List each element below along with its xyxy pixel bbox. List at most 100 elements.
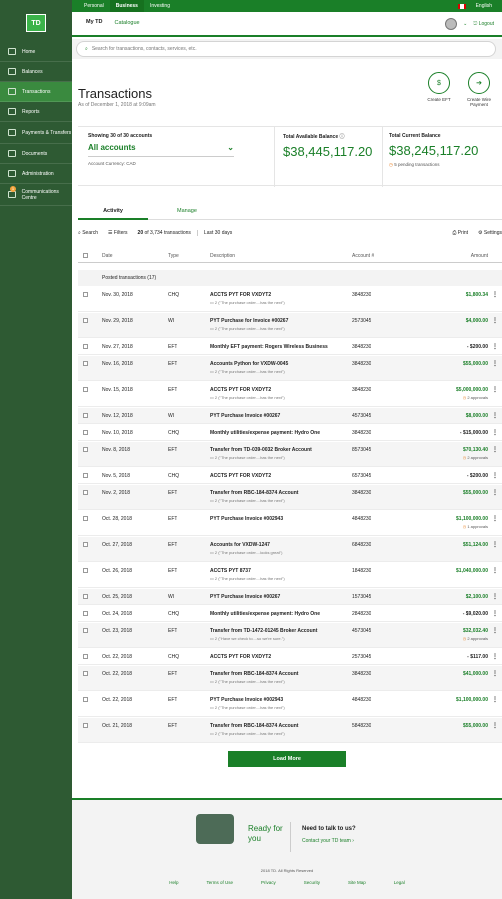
col-type[interactable]: Type xyxy=(168,253,179,259)
more-options-icon[interactable]: ⋮ xyxy=(492,446,498,453)
more-options-icon[interactable]: ⋮ xyxy=(492,627,498,634)
more-options-icon[interactable]: ⋮ xyxy=(492,696,498,703)
row-checkbox[interactable] xyxy=(83,344,88,349)
footer-link-legal[interactable]: Legal xyxy=(394,880,405,885)
row-comment[interactable]: ▭ 2 ("The purchase order....has the next… xyxy=(210,455,350,460)
tab-my-td[interactable]: My TD xyxy=(80,10,109,37)
sidebar-item-reports[interactable]: Reports xyxy=(0,102,72,122)
sidebar-item-home[interactable]: Home xyxy=(0,42,72,62)
row-comment[interactable]: ▭ 2 ("The purchase order....has the next… xyxy=(210,498,350,503)
row-comment[interactable]: ▭ 2 ("The purchase order....has the next… xyxy=(210,369,350,374)
col-description[interactable]: Description xyxy=(210,253,235,259)
row-checkbox[interactable] xyxy=(83,611,88,616)
row-comment[interactable]: ▭ 2 ("The purchase order....has the next… xyxy=(210,326,350,331)
table-row[interactable]: Nov. 16, 2018 EFT 3848230 Accounts Python f… xyxy=(78,356,502,381)
table-row[interactable]: Nov. 29, 2018 WI 2573045 PYT Purchase for I… xyxy=(78,313,502,338)
row-checkbox[interactable] xyxy=(83,292,88,297)
row-checkbox[interactable] xyxy=(83,430,88,435)
toolbar-search[interactable]: ⌕ Search xyxy=(78,230,98,236)
more-options-icon[interactable]: ⋮ xyxy=(492,593,498,600)
footer-link-terms-of-use[interactable]: Terms of Use xyxy=(206,880,233,885)
sidebar-item-transactions[interactable]: Transactions xyxy=(0,82,72,102)
row-approvals[interactable]: ◷ 2 approvals xyxy=(408,395,488,400)
settings-button[interactable]: ⚙ Settings xyxy=(478,230,502,236)
tab-activity[interactable]: Activity xyxy=(78,202,148,220)
sidebar-item-documents[interactable]: Documents xyxy=(0,144,72,164)
more-options-icon[interactable]: ⋮ xyxy=(492,610,498,617)
table-row[interactable]: Nov. 12, 2018 WI 4573045 PYT Purchase Invoi… xyxy=(78,408,502,424)
row-checkbox[interactable] xyxy=(83,697,88,702)
row-checkbox[interactable] xyxy=(83,671,88,676)
sidebar-item-communications-centre[interactable]: 1 Communications Centre xyxy=(0,184,72,206)
table-row[interactable]: Oct. 27, 2018 EFT 6848230 Accounts for VXDW… xyxy=(78,537,502,562)
more-options-icon[interactable]: ⋮ xyxy=(492,317,498,324)
table-row[interactable]: Oct. 21, 2018 EFT 5848230 Transfer from RBC… xyxy=(78,718,502,743)
row-checkbox[interactable] xyxy=(83,361,88,366)
row-checkbox[interactable] xyxy=(83,542,88,547)
row-checkbox[interactable] xyxy=(83,723,88,728)
table-row[interactable]: Oct. 28, 2018 EFT 4848230 PYT Purchase Invo… xyxy=(78,511,502,536)
table-row[interactable]: Nov. 30, 2018 CHQ 3848230 ACCTS PYT FOR VXD… xyxy=(78,287,502,312)
row-checkbox[interactable] xyxy=(83,628,88,633)
row-checkbox[interactable] xyxy=(83,568,88,573)
more-options-icon[interactable]: ⋮ xyxy=(492,291,498,298)
more-options-icon[interactable]: ⋮ xyxy=(492,653,498,660)
row-comment[interactable]: ▭ 2 ("Have we check to....so we're sure.… xyxy=(210,636,350,641)
chevron-down-icon[interactable]: ⌄ xyxy=(463,21,467,27)
language-select[interactable]: English xyxy=(476,3,492,9)
table-row[interactable]: Nov. 27, 2018 EFT 3848230 Monthly EFT payme… xyxy=(78,339,502,355)
footer-link-security[interactable]: Security xyxy=(304,880,320,885)
tab-manage[interactable]: Manage xyxy=(152,202,222,220)
row-comment[interactable]: ▭ 2 ("The purchase order....has the next… xyxy=(210,731,350,736)
table-row[interactable]: Nov. 8, 2018 EFT 8573045 Transfer from TD-0… xyxy=(78,442,502,467)
row-checkbox[interactable] xyxy=(83,654,88,659)
row-checkbox[interactable] xyxy=(83,516,88,521)
select-all-checkbox[interactable] xyxy=(83,253,88,258)
table-row[interactable]: Oct. 22, 2018 EFT 3848230 Transfer from RBC… xyxy=(78,666,502,691)
row-checkbox[interactable] xyxy=(83,490,88,495)
logout-link[interactable]: ⎋ Logout xyxy=(473,21,494,27)
date-range[interactable]: Last 30 days xyxy=(204,230,232,236)
col-date[interactable]: Date xyxy=(102,253,113,259)
more-options-icon[interactable]: ⋮ xyxy=(492,541,498,548)
table-row[interactable]: Nov. 15, 2018 EFT 3848230 ACCTS PYT FOR VXD… xyxy=(78,382,502,407)
td-logo[interactable]: TD xyxy=(26,14,46,32)
row-approvals[interactable]: ◷ 1 approvals xyxy=(408,524,488,529)
toolbar-filters[interactable]: ☰ Filters xyxy=(108,230,128,236)
table-row[interactable]: Oct. 22, 2018 CHQ 2573045 ACCTS PYT FOR VXD… xyxy=(78,649,502,665)
more-options-icon[interactable]: ⋮ xyxy=(492,722,498,729)
more-options-icon[interactable]: ⋮ xyxy=(492,429,498,436)
table-row[interactable]: Oct. 25, 2018 WI 1573045 PYT Purchase Invoi… xyxy=(78,589,502,605)
more-options-icon[interactable]: ⋮ xyxy=(492,360,498,367)
row-checkbox[interactable] xyxy=(83,413,88,418)
row-comment[interactable]: ▭ 2 ("The purchase order....has the next… xyxy=(210,705,350,710)
row-checkbox[interactable] xyxy=(83,447,88,452)
row-comment[interactable]: ▭ 2 ("The purchase order....has the next… xyxy=(210,395,350,400)
row-comment[interactable]: ▭ 2 ("The purchase order....has the next… xyxy=(210,679,350,684)
search-input[interactable] xyxy=(91,46,472,52)
sidebar-item-administration[interactable]: Administration xyxy=(0,164,72,184)
table-row[interactable]: Oct. 23, 2018 EFT 4573045 Transfer from TD-… xyxy=(78,623,502,648)
sidebar-item-payments-transfers[interactable]: Payments & Transfers xyxy=(0,122,72,144)
col-amount[interactable]: Amount xyxy=(442,253,488,259)
account-select[interactable]: All accounts ⌄ xyxy=(88,143,234,157)
tab-catalogue[interactable]: Catalogue xyxy=(109,11,146,36)
more-options-icon[interactable]: ⋮ xyxy=(492,386,498,393)
table-row[interactable]: Oct. 24, 2018 CHQ 2848230 Monthly utilities… xyxy=(78,606,502,622)
row-approvals[interactable]: ◷ 2 approvals xyxy=(408,455,488,460)
more-options-icon[interactable]: ⋮ xyxy=(492,670,498,677)
create-eft-button[interactable]: $ Create EFT xyxy=(424,72,454,102)
row-comment[interactable]: ▭ 2 ("The purchase order....looks great"… xyxy=(210,550,350,555)
row-checkbox[interactable] xyxy=(83,387,88,392)
table-row[interactable]: Oct. 22, 2018 EFT 4848230 PYT Purchase Invo… xyxy=(78,692,502,717)
row-checkbox[interactable] xyxy=(83,318,88,323)
more-options-icon[interactable]: ⋮ xyxy=(492,515,498,522)
footer-link-privacy[interactable]: Privacy xyxy=(261,880,276,885)
print-button[interactable]: ⎙ Print xyxy=(452,230,468,236)
more-options-icon[interactable]: ⋮ xyxy=(492,343,498,350)
row-checkbox[interactable] xyxy=(83,473,88,478)
row-checkbox[interactable] xyxy=(83,594,88,599)
info-icon[interactable]: ⓘ xyxy=(340,134,345,140)
avatar[interactable] xyxy=(445,18,458,30)
row-comment[interactable]: ▭ 2 ("The purchase order....has the next… xyxy=(210,576,350,581)
